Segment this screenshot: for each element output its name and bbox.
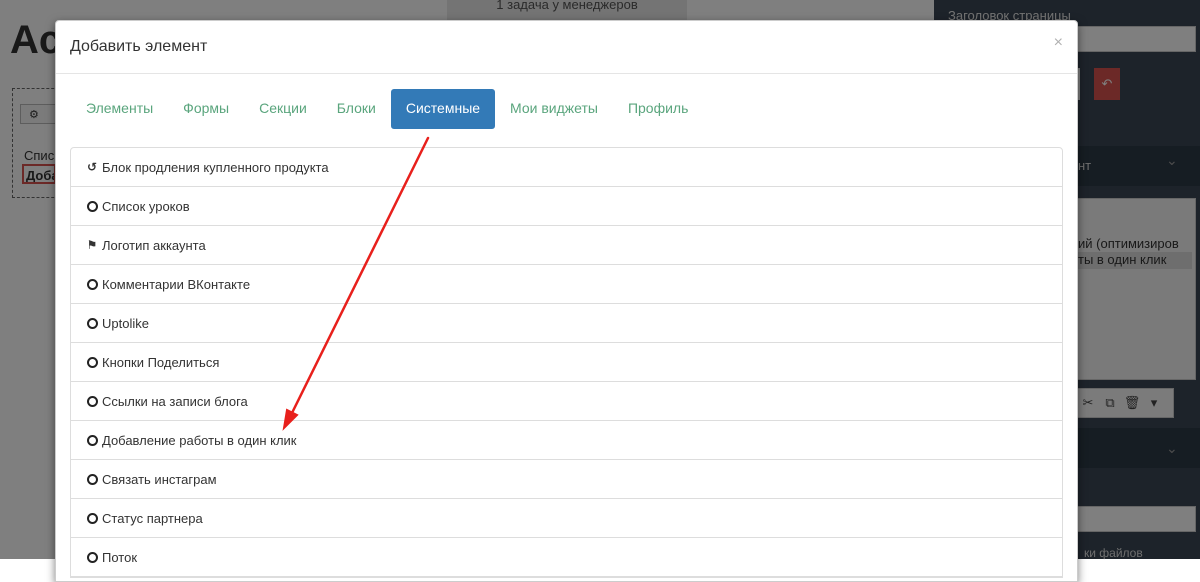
- list-item-label: Список уроков: [102, 198, 190, 214]
- element-category-tabs: Элементы Формы Секции Блоки Системные Мо…: [71, 89, 703, 129]
- circle-icon: [86, 317, 98, 329]
- tab-profile[interactable]: Профиль: [613, 89, 703, 129]
- modal-header: Добавить элемент ×: [56, 21, 1077, 74]
- circle-icon: [86, 512, 98, 524]
- list-item-label: Uptolike: [102, 315, 149, 331]
- tab-elements[interactable]: Элементы: [71, 89, 168, 129]
- list-item-label: Поток: [102, 549, 138, 565]
- circle-icon: [86, 200, 98, 212]
- add-element-modal: Добавить элемент × Элементы Формы Секции…: [55, 20, 1078, 582]
- circle-icon: [86, 434, 98, 446]
- list-item[interactable]: ⚑ Логотип аккаунта: [71, 226, 1062, 265]
- list-item-label: Логотип аккаунта: [102, 237, 206, 253]
- list-item[interactable]: Ссылки на записи блога: [71, 382, 1062, 421]
- list-item[interactable]: Связать инстаграм: [71, 460, 1062, 499]
- system-elements-list: ↺ Блок продления купленного продукта Спи…: [70, 147, 1063, 578]
- tab-my-widgets[interactable]: Мои виджеты: [495, 89, 613, 129]
- list-item[interactable]: Кнопки Поделиться: [71, 343, 1062, 382]
- flag-icon: ⚑: [86, 238, 98, 252]
- list-item[interactable]: Статус партнера: [71, 499, 1062, 538]
- list-item-label: Связать инстаграм: [102, 471, 217, 487]
- circle-icon: [86, 395, 98, 407]
- list-item-label: Комментарии ВКонтакте: [102, 276, 251, 292]
- history-icon: ↺: [86, 160, 98, 174]
- list-item-label: Ссылки на записи блога: [102, 393, 248, 409]
- tab-sections[interactable]: Секции: [244, 89, 322, 129]
- list-item-add-work-one-click[interactable]: Добавление работы в один клик: [71, 421, 1062, 460]
- list-item-label: Кнопки Поделиться: [102, 354, 220, 370]
- tab-forms[interactable]: Формы: [168, 89, 244, 129]
- modal-title: Добавить элемент: [70, 38, 208, 55]
- circle-icon: [86, 473, 98, 485]
- list-item[interactable]: Поток: [71, 538, 1062, 577]
- list-item[interactable]: Список уроков: [71, 187, 1062, 226]
- circle-icon: [86, 356, 98, 368]
- tab-blocks[interactable]: Блоки: [322, 89, 391, 129]
- list-item-label: Блок продления купленного продукта: [102, 159, 329, 175]
- list-item[interactable]: Комментарии ВКонтакте: [71, 265, 1062, 304]
- list-item-label: Добавление работы в один клик: [102, 432, 297, 448]
- circle-icon: [86, 278, 98, 290]
- circle-icon: [86, 551, 98, 563]
- close-icon[interactable]: ×: [1054, 34, 1063, 52]
- tab-system[interactable]: Системные: [390, 89, 496, 129]
- list-item[interactable]: ↺ Блок продления купленного продукта: [71, 148, 1062, 187]
- list-item[interactable]: Uptolike: [71, 304, 1062, 343]
- list-item-label: Статус партнера: [102, 510, 203, 526]
